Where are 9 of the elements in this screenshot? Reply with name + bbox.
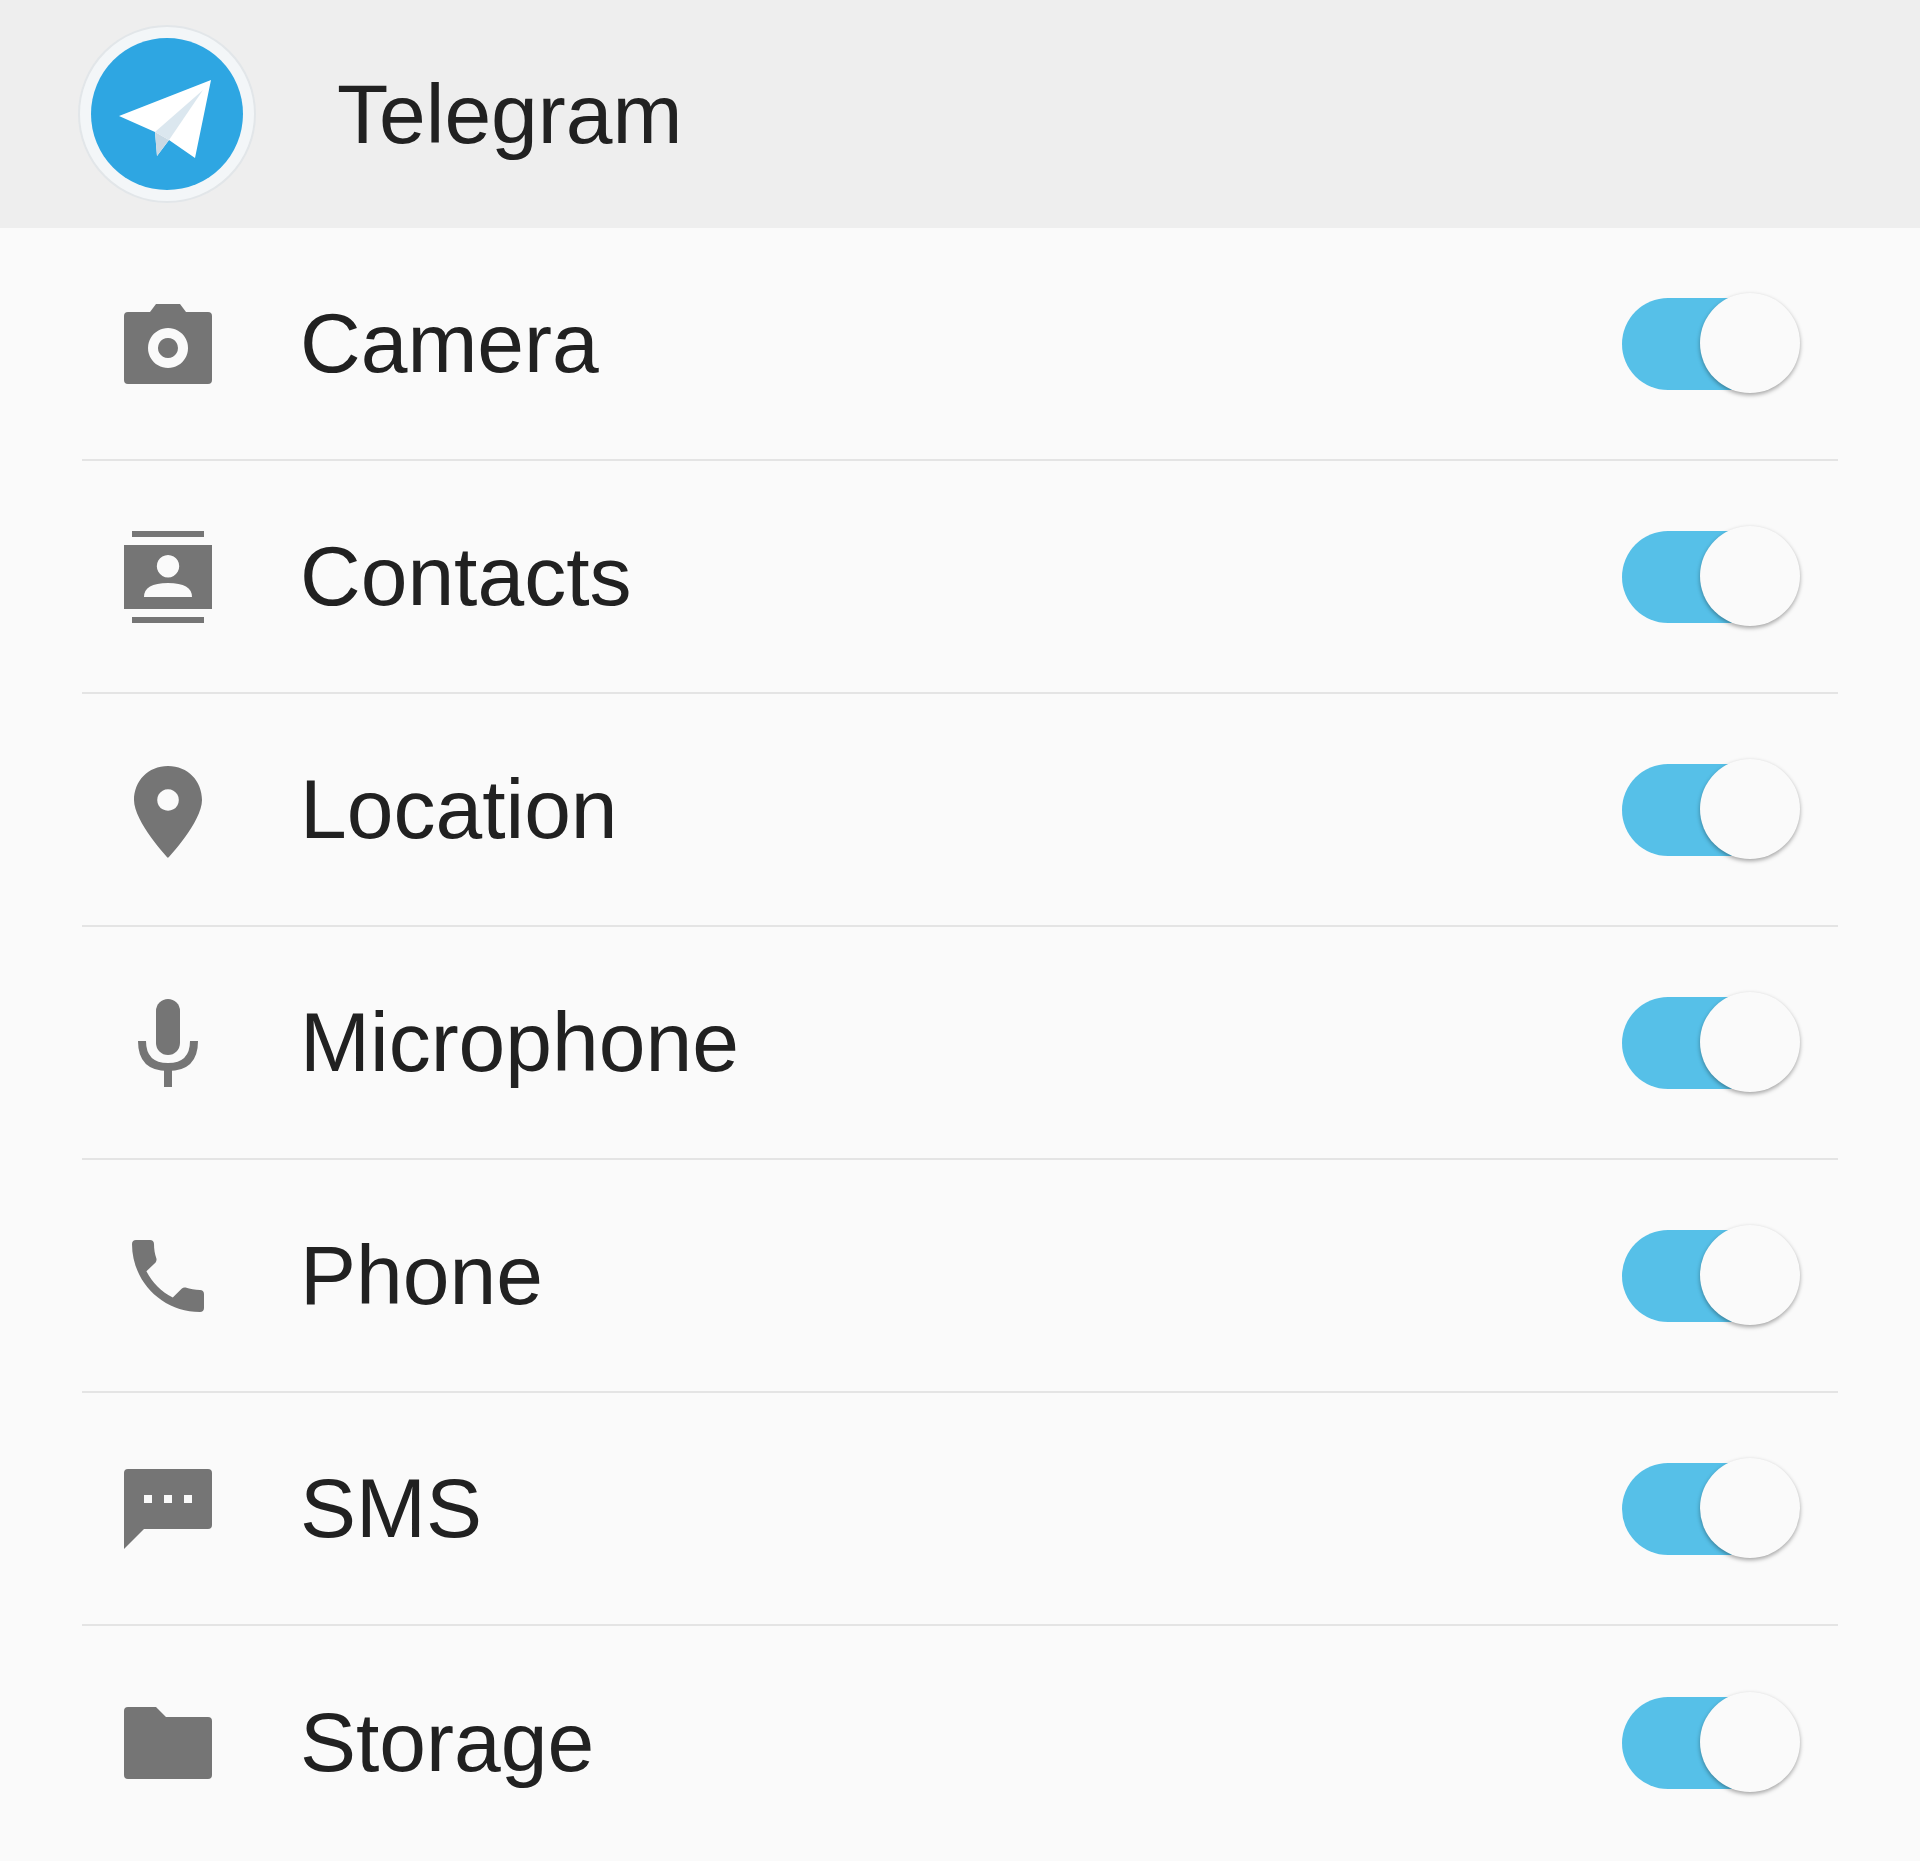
permission-label: Camera [300, 295, 600, 392]
app-title: Telegram [337, 65, 683, 163]
permission-label: Location [300, 761, 619, 858]
permission-label: Storage [300, 1694, 596, 1791]
permission-label: Microphone [300, 994, 740, 1091]
permission-label: Phone [300, 1227, 544, 1324]
paper-plane-logo-icon [77, 24, 257, 204]
permission-label: Contacts [300, 528, 633, 625]
permission-label: SMS [300, 1460, 484, 1557]
